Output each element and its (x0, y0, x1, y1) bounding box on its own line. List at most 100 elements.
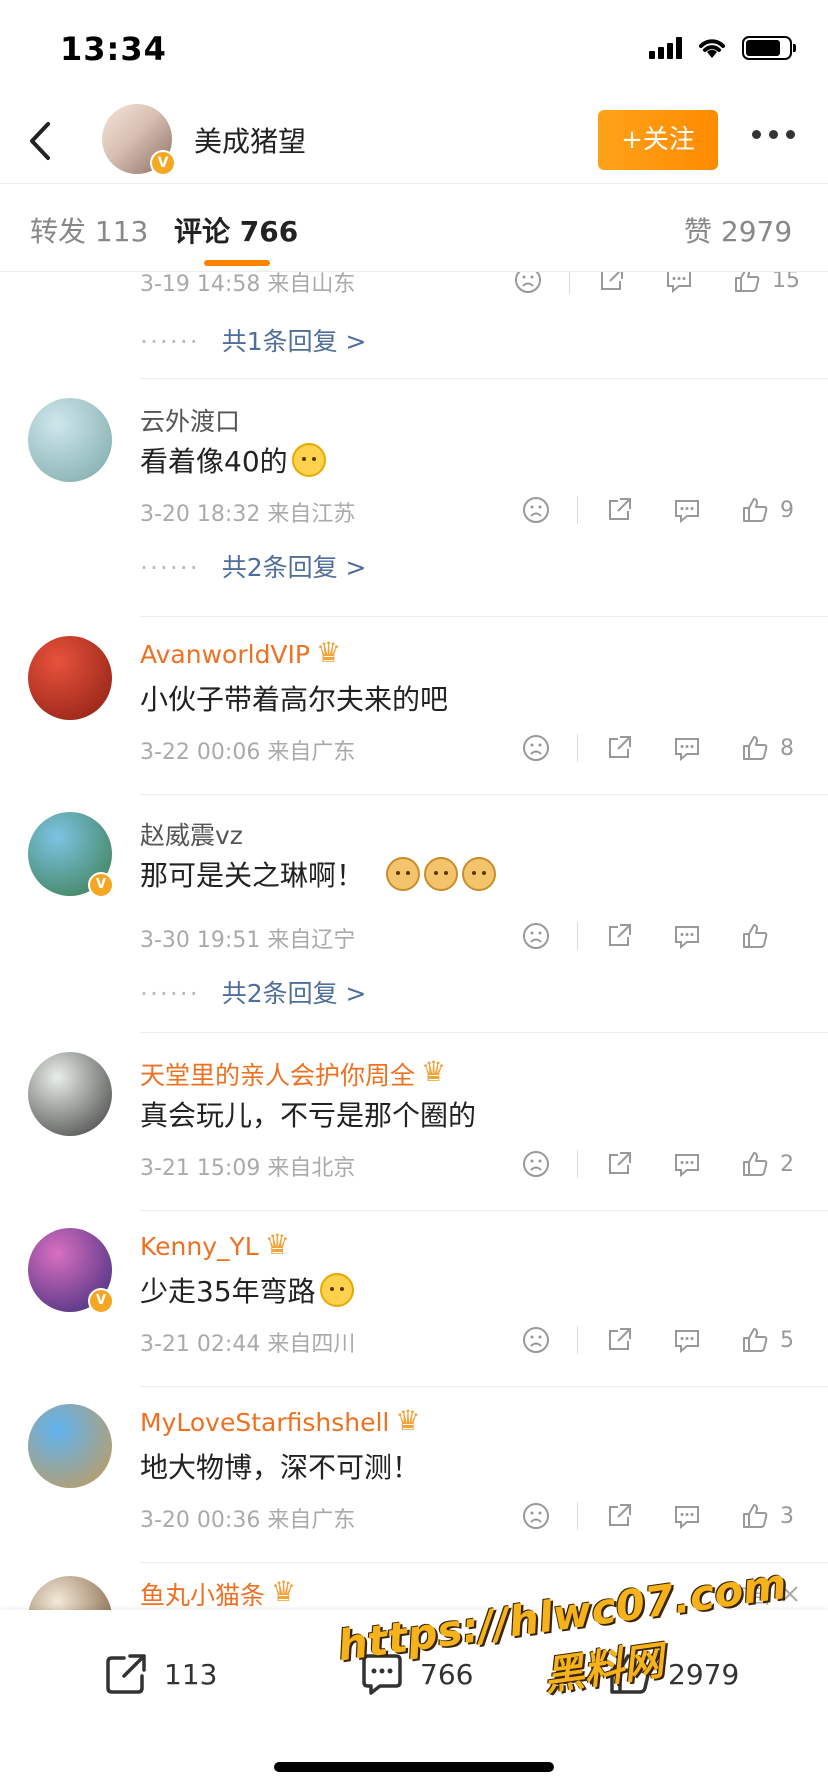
share-icon[interactable] (604, 1501, 634, 1531)
share-icon[interactable] (604, 921, 634, 951)
comment-meta: 3-21 02:44 来自四川 (140, 1332, 356, 1357)
thinking-emoji (319, 1273, 354, 1307)
back-button[interactable] (20, 116, 60, 166)
commenter-name[interactable]: 云外渡口 (140, 402, 240, 438)
reply-icon[interactable] (672, 1501, 702, 1531)
like-icon[interactable] (740, 1149, 770, 1179)
dislike-icon[interactable] (521, 1149, 551, 1179)
like-icon[interactable] (740, 1325, 770, 1355)
battery-icon (742, 36, 796, 60)
repost-button[interactable]: 113 (102, 1650, 217, 1698)
reply-icon[interactable] (664, 272, 694, 295)
vip-crown-icon (421, 1059, 451, 1087)
comment-icon (362, 1654, 402, 1695)
commenter-name[interactable]: AvanworldVIP (140, 640, 346, 670)
share-icon[interactable] (604, 1149, 634, 1179)
post-header: V 美成猪望 +关注 (0, 100, 828, 184)
verified-badge-icon: V (88, 1288, 114, 1314)
like-count: 2 (780, 1151, 794, 1177)
comment-text: 小伙子带着高尔夫来的吧 (140, 683, 449, 716)
author-name[interactable]: 美成猪望 (194, 120, 306, 160)
dislike-icon[interactable] (521, 495, 551, 525)
home-indicator[interactable] (274, 1762, 554, 1772)
comment-meta: 3-22 00:06 来自广东 (140, 740, 356, 765)
comment-text: 看着像40的 (140, 440, 326, 480)
commenter-name[interactable]: Kenny_YL (140, 1232, 295, 1262)
comment-text: 那可是关之琳啊！ (140, 854, 497, 894)
comment-actions: 2 (521, 1144, 800, 1184)
commenter-avatar[interactable] (28, 1052, 112, 1136)
comment-divider (140, 1210, 828, 1211)
like-icon[interactable] (740, 921, 770, 951)
comment-list[interactable]: 3-19 14:58 来自山东 15 ······ 共1条回复 > 云外渡口 看着… (0, 272, 828, 1610)
commenter-avatar[interactable] (28, 1404, 112, 1488)
dislike-icon[interactable] (521, 1325, 551, 1355)
active-tab-indicator (204, 260, 270, 266)
commenter-name[interactable]: 天堂里的亲人会护你周全 (140, 1056, 451, 1092)
comment-text: 地大物博，深不可测！ (140, 1451, 421, 1484)
like-count: 3 (780, 1503, 794, 1529)
comment-divider (140, 1032, 828, 1033)
comment-actions: 9 (521, 490, 800, 530)
share-icon[interactable] (604, 1325, 634, 1355)
ad-label: 广告 (728, 1578, 800, 1610)
reply-icon[interactable] (672, 733, 702, 763)
commenter-avatar[interactable]: V (28, 812, 114, 898)
cellular-signal-icon (649, 37, 682, 59)
view-replies-link[interactable]: ······ 共1条回复 > (140, 322, 367, 358)
verified-badge-icon: V (150, 150, 176, 176)
like-count-total: 2979 (668, 1657, 740, 1691)
like-icon[interactable] (740, 495, 770, 525)
battery-level (746, 40, 780, 56)
commenter-name[interactable]: 鱼丸小猫条 (140, 1576, 301, 1610)
vip-crown-icon (265, 1232, 295, 1260)
dislike-icon[interactable] (513, 272, 543, 295)
commenter-name[interactable]: 赵威震vz (140, 816, 243, 852)
commenter-avatar[interactable]: V (28, 1228, 114, 1314)
comment-actions: 3 (521, 1496, 800, 1536)
like-count: 9 (780, 497, 794, 523)
tab-likes[interactable]: 赞 2979 (684, 210, 792, 250)
like-count: 5 (780, 1327, 794, 1353)
comment-button[interactable]: 766 (358, 1650, 473, 1698)
tab-comments[interactable]: 评论 766 (174, 210, 298, 250)
share-icon[interactable] (596, 272, 626, 295)
comment-actions (521, 916, 800, 956)
author-avatar[interactable]: V (102, 104, 176, 176)
reply-icon[interactable] (672, 1149, 702, 1179)
comment-text: 少走35年弯路 (140, 1270, 354, 1310)
dislike-icon[interactable] (521, 921, 551, 951)
dislike-icon[interactable] (521, 1501, 551, 1531)
follow-button[interactable]: +关注 (598, 110, 718, 170)
comment-meta: 3-20 18:32 来自江苏 (140, 502, 356, 527)
comment-actions: 8 (521, 728, 800, 768)
like-icon[interactable] (732, 272, 762, 295)
commenter-name[interactable]: MyLoveStarfishshell (140, 1408, 425, 1438)
comment-meta: 3-21 15:09 来自北京 (140, 1156, 356, 1181)
close-icon[interactable] (780, 1584, 800, 1604)
repost-count: 113 (164, 1657, 218, 1691)
dislike-icon[interactable] (521, 733, 551, 763)
share-icon[interactable] (604, 495, 634, 525)
status-time: 13:34 (60, 30, 167, 68)
comment-meta: 3-20 00:36 来自广东 (140, 1508, 356, 1533)
view-replies-link[interactable]: ······ 共2条回复 > (140, 974, 367, 1010)
comment-meta: 3-19 14:58 来自山东 (140, 272, 356, 297)
share-icon[interactable] (604, 733, 634, 763)
comment-meta: 3-30 19:51 来自辽宁 (140, 928, 356, 953)
commenter-avatar[interactable] (28, 636, 112, 720)
comment-divider (140, 378, 828, 379)
like-button[interactable]: 2979 (606, 1650, 739, 1698)
reply-icon[interactable] (672, 1325, 702, 1355)
doge-emoji (462, 857, 497, 891)
commenter-avatar[interactable] (28, 1576, 112, 1610)
more-options-button[interactable] (752, 130, 795, 139)
vip-crown-icon (395, 1408, 425, 1436)
reply-icon[interactable] (672, 495, 702, 525)
like-icon[interactable] (740, 1501, 770, 1531)
view-replies-link[interactable]: ······ 共2条回复 > (140, 548, 367, 584)
reply-icon[interactable] (672, 921, 702, 951)
tab-reposts[interactable]: 转发 113 (30, 210, 148, 250)
like-icon[interactable] (740, 733, 770, 763)
commenter-avatar[interactable] (28, 398, 112, 482)
